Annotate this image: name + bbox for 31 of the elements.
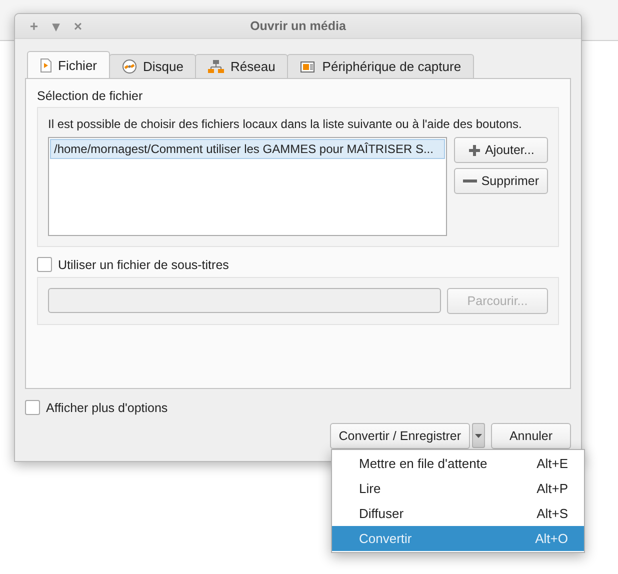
convert-save-button[interactable]: Convertir / Enregistrer bbox=[330, 423, 470, 449]
dropdown-button[interactable] bbox=[472, 423, 485, 448]
shortcut-text: Alt+O bbox=[535, 531, 568, 546]
disc-icon bbox=[122, 59, 138, 74]
menu-item[interactable]: Lire Alt+P bbox=[332, 476, 584, 501]
tab[interactable]: Disque bbox=[109, 54, 196, 79]
shortcut-text: Alt+P bbox=[536, 481, 568, 496]
minus-icon bbox=[463, 179, 478, 183]
shortcut-text: Alt+S bbox=[536, 506, 568, 521]
cancel-button[interactable]: Annuler bbox=[491, 423, 571, 449]
shortcut-text: Alt+E bbox=[536, 456, 568, 471]
file-icon bbox=[40, 58, 52, 72]
add-button[interactable]: Ajouter... bbox=[454, 137, 548, 163]
checkbox-label: Afficher plus d'options bbox=[46, 400, 168, 414]
tab[interactable]: Périphérique de capture bbox=[287, 54, 474, 79]
hint-text: Il est possible de choisir des fichiers locaux dans la liste suivante ou à l'aide des boutons. bbox=[48, 117, 523, 131]
remove-button[interactable]: Supprimer bbox=[454, 168, 548, 194]
tab[interactable]: Réseau bbox=[195, 54, 288, 79]
menu-item[interactable]: Mettre en file d'attente Alt+E bbox=[332, 451, 584, 476]
tab[interactable]: Fichier bbox=[27, 51, 110, 78]
checkbox[interactable] bbox=[25, 400, 40, 415]
capture-card-icon bbox=[300, 60, 316, 74]
checkbox-label: Utiliser un fichier de sous-titres bbox=[58, 258, 229, 272]
plus-icon bbox=[468, 144, 481, 156]
window-title: Ouvrir un média bbox=[250, 19, 346, 33]
network-icon bbox=[208, 59, 224, 74]
caret-icon bbox=[475, 434, 482, 438]
checkbox[interactable] bbox=[37, 257, 52, 272]
group-title: Sélection de fichier bbox=[37, 89, 144, 103]
file-item[interactable]: /home/mornagest/Comment utiliser les GAMMES pour MAÎTRISER S... bbox=[50, 139, 446, 159]
menu-item[interactable]: Diffuser Alt+S bbox=[332, 501, 584, 526]
